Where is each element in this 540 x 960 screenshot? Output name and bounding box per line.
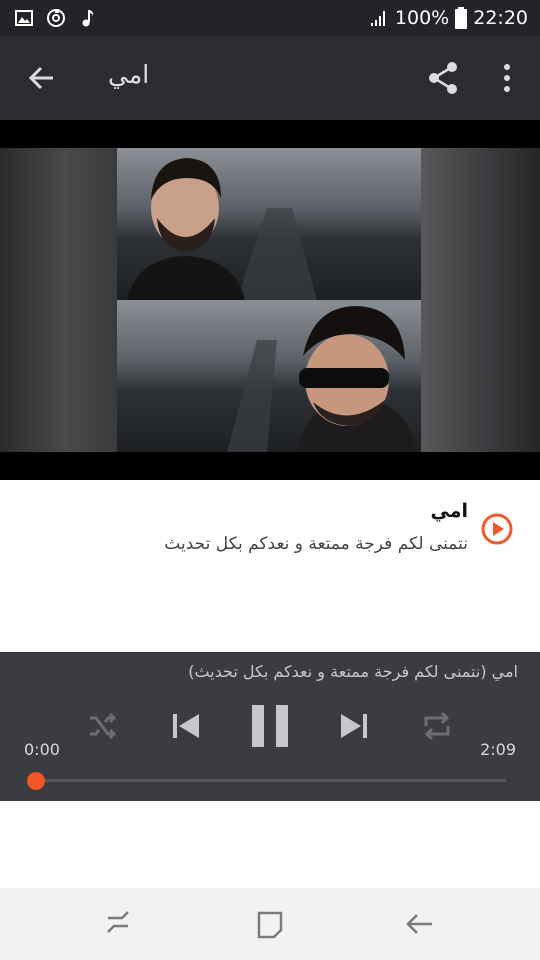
signal-bars-icon bbox=[370, 11, 385, 26]
skip-previous-icon[interactable] bbox=[168, 708, 204, 744]
page-title: امي bbox=[108, 60, 150, 89]
battery-icon bbox=[455, 7, 468, 29]
video-panel-bottom bbox=[117, 300, 421, 452]
skip-next-icon[interactable] bbox=[336, 708, 372, 744]
track-subtitle: نتمنى لكم فرجة ممتعة و نعدكم بكل تحديث bbox=[164, 534, 468, 554]
track-title: امي bbox=[430, 500, 469, 522]
more-vert-icon[interactable] bbox=[490, 58, 524, 98]
audio-player: امي (نتمنى لكم فرجة ممتعة و نعدكم بكل تح… bbox=[0, 652, 540, 801]
track-info: امي نتمنى لكم فرجة ممتعة و نعدكم بكل تحد… bbox=[0, 480, 540, 652]
back-icon[interactable] bbox=[402, 906, 438, 942]
status-bar: 100% 22:20 bbox=[0, 0, 540, 36]
home-icon[interactable] bbox=[252, 906, 288, 942]
share-icon[interactable] bbox=[424, 58, 464, 98]
video-thumbnail bbox=[117, 148, 421, 452]
time-current: 0:00 bbox=[24, 740, 60, 759]
content-blank bbox=[0, 801, 540, 888]
person-top-image bbox=[127, 158, 317, 300]
arrow-back-icon[interactable] bbox=[22, 58, 62, 98]
person-bottom-image bbox=[227, 306, 417, 452]
seek-thumb[interactable] bbox=[27, 772, 45, 790]
video-panel-top bbox=[117, 148, 421, 300]
now-playing-text: امي (نتمنى لكم فرجة ممتعة و نعدكم بكل تح… bbox=[188, 662, 518, 681]
seek-bar[interactable] bbox=[36, 779, 506, 782]
video-player[interactable] bbox=[0, 120, 540, 480]
clock: 22:20 bbox=[473, 7, 528, 29]
time-total: 2:09 bbox=[480, 740, 516, 759]
music-note-icon bbox=[82, 10, 94, 27]
app-bar: امي bbox=[0, 36, 540, 120]
pause-icon[interactable] bbox=[248, 702, 292, 750]
status-right: 100% 22:20 bbox=[369, 7, 528, 29]
play-circle-icon[interactable] bbox=[480, 512, 514, 546]
sync-circle-icon bbox=[47, 9, 65, 27]
system-nav-bar bbox=[0, 888, 540, 960]
shuffle-icon[interactable] bbox=[86, 710, 118, 742]
status-left-icons bbox=[14, 8, 98, 28]
repeat-icon[interactable] bbox=[420, 710, 454, 742]
image-icon bbox=[15, 10, 33, 26]
battery-percent: 100% bbox=[394, 7, 450, 29]
recent-apps-icon[interactable] bbox=[100, 906, 136, 942]
